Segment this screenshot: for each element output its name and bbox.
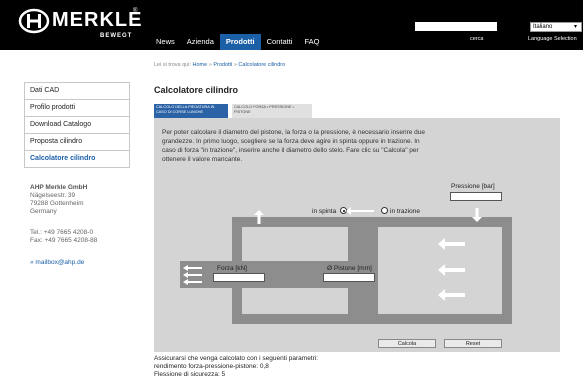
note-line-3: Flessione di sicurezza: 5	[154, 371, 226, 378]
sidebar-menu: Dati CAD Profilo prodotti Download Catal…	[24, 82, 130, 168]
phone-number: Tel.: +49 7665 4208-0	[30, 229, 94, 236]
company-country: Germany	[30, 208, 57, 215]
vent-arrow-down-icon	[472, 208, 482, 222]
direction-arrow-shaft	[350, 210, 374, 212]
main-nav: News Azienda Prodotti Contatti FAQ	[150, 34, 326, 50]
trazione-radio[interactable]	[381, 207, 388, 214]
company-address: AHP Merkle GmbH Nägelseestr. 39 79288 Go…	[30, 184, 87, 216]
tab-forza-pressione-pistone[interactable]: CALCOLO FORZA • PRESSIONE • PISTONE	[232, 104, 312, 118]
breadcrumb-prefix: Lei si trova qui:	[154, 62, 193, 68]
rod-arrows-icon	[183, 265, 202, 285]
breadcrumb-home[interactable]: Home	[193, 62, 208, 68]
chevron-down-icon[interactable]: ▾	[574, 23, 577, 30]
reset-button[interactable]: Reset	[444, 339, 502, 348]
note-line-1: Assicurarsi che venga calcolato con i se…	[154, 355, 319, 362]
cylinder-right-wall	[502, 217, 512, 324]
breadcrumb: Lei si trova qui: Home » Prodotti » Calc…	[154, 62, 286, 68]
logo-registered-mark: ®	[133, 8, 138, 14]
pressione-input[interactable]	[450, 192, 502, 201]
search-input[interactable]	[415, 22, 497, 31]
trazione-label: in trazione	[390, 208, 420, 215]
breadcrumb-current: Calcolatore cilindro	[238, 62, 286, 68]
spinta-label: in spinta	[312, 208, 337, 215]
tab-piegatura[interactable]: CALCOLO DELLA PIEGATURA IN CASO DI CORSE…	[154, 104, 228, 118]
breadcrumb-prodotti[interactable]: Prodotti	[213, 62, 232, 68]
intro-text: Per poter calcolare il diametro del pist…	[162, 129, 426, 163]
sidebar-item-dati-cad[interactable]: Dati CAD	[24, 82, 130, 99]
vent-arrow-up-icon	[254, 210, 264, 224]
cylinder-left-wall-bottom	[232, 288, 242, 324]
forza-input[interactable]	[213, 273, 265, 282]
nav-azienda[interactable]: Azienda	[181, 34, 220, 50]
pressure-arrows-icon	[438, 238, 465, 301]
calcola-button[interactable]: Calcola	[378, 339, 436, 348]
nav-news[interactable]: News	[150, 34, 181, 50]
company-city: 79288 Gottenheim	[30, 200, 84, 207]
company-street: Nägelseestr. 39	[30, 192, 76, 199]
cylinder-bottom-wall	[232, 314, 512, 324]
logo-tagline: BEWEGT	[100, 33, 133, 39]
mail-link[interactable]: » mailbox@ahp.de	[30, 259, 84, 266]
cylinder-left-wall-top	[232, 217, 242, 261]
language-selection-label: Language Selection	[528, 36, 577, 42]
nav-prodotti[interactable]: Prodotti	[219, 34, 261, 50]
cylinder-top-wall	[232, 217, 512, 227]
nav-contatti[interactable]: Contatti	[261, 34, 299, 50]
nav-faq[interactable]: FAQ	[298, 34, 325, 50]
note-line-2: rendimento forza-pressione-pistone: 0,8	[154, 363, 269, 370]
search-label[interactable]: cerca	[470, 36, 483, 42]
sidebar-item-download-catalogo[interactable]: Download Catalogo	[24, 116, 130, 133]
sidebar-item-proposta-cilindro[interactable]: Proposta cilindro	[24, 133, 130, 150]
sidebar-item-profilo-prodotti[interactable]: Profilo prodotti	[24, 99, 130, 116]
pistone-label: Ø Pistone [mm]	[327, 265, 372, 272]
pressione-label: Pressione [bar]	[451, 183, 495, 190]
page-title: Calcolatore cilindro	[154, 85, 239, 95]
parameters-note: Assicurarsi che venga calcolato con i se…	[154, 355, 318, 379]
company-phone: Tel.: +49 7665 4208-0 Fax: +49 7665 4208…	[30, 229, 97, 245]
logo-text: MERKLE	[52, 9, 143, 31]
sidebar-item-calcolatore-cilindro[interactable]: Calcolatore cilindro	[24, 150, 130, 168]
company-name: AHP Merkle GmbH	[30, 184, 88, 191]
forza-label: Forza [kN]	[217, 265, 247, 272]
fax-number: Fax: +49 7665 4208-88	[30, 237, 98, 244]
pistone-input[interactable]	[323, 273, 375, 282]
